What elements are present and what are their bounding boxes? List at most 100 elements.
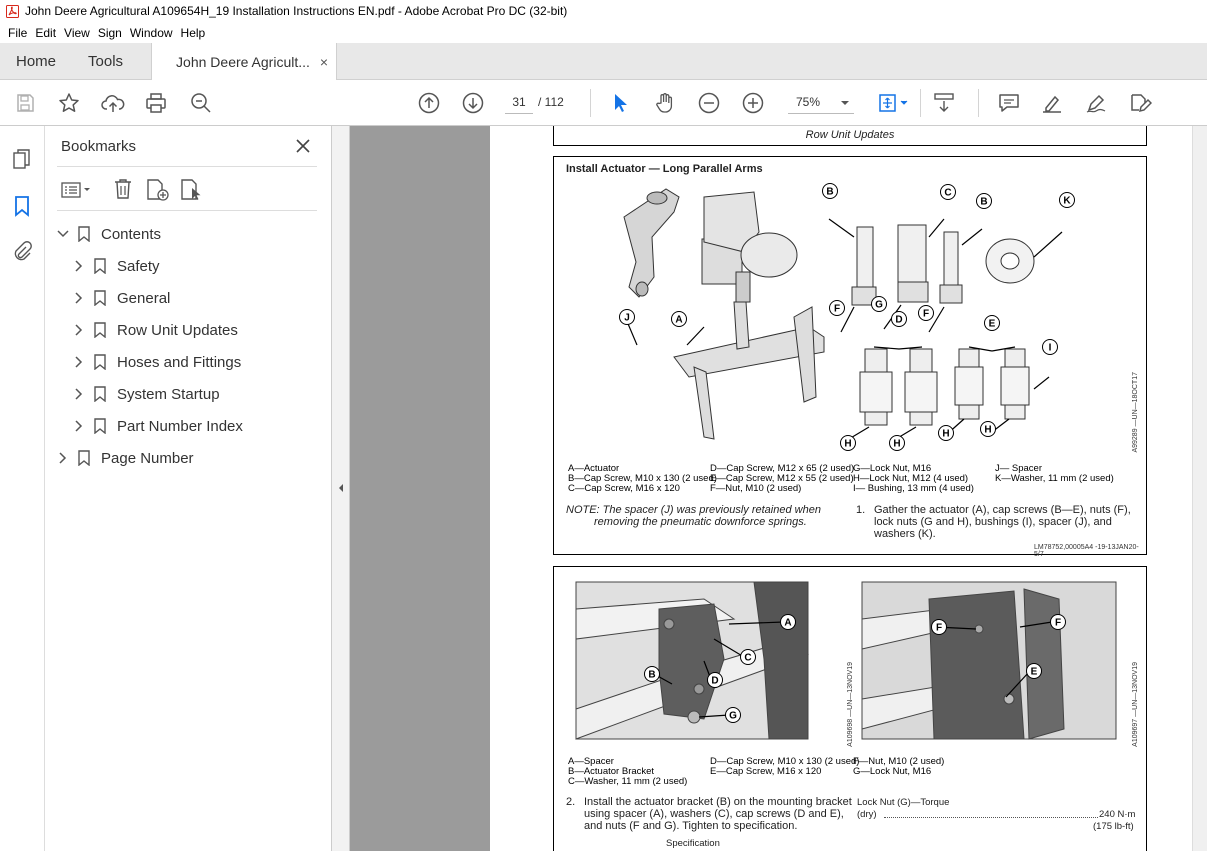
highlight-pen-icon[interactable] <box>1040 91 1064 115</box>
zoom-value: 75% <box>796 94 821 109</box>
menu-sign[interactable]: Sign <box>94 26 126 40</box>
menu-file[interactable]: File <box>4 26 31 40</box>
bookmark-icon <box>77 449 91 467</box>
scroll-mode-icon[interactable] <box>932 91 956 115</box>
menu-edit[interactable]: Edit <box>31 26 60 40</box>
toolbar-separator <box>978 89 979 117</box>
spec-heading: Specification <box>666 838 720 849</box>
figure-id-left: A109698 —UN—13NOV19 <box>847 662 854 747</box>
print-icon[interactable] <box>144 91 168 115</box>
menu-bar: File Edit View Sign Window Help <box>0 22 1207 43</box>
bookmark-label: Page Number <box>101 449 194 467</box>
zoom-select[interactable]: 75% <box>788 90 854 114</box>
comment-icon[interactable] <box>997 91 1021 115</box>
tab-document-label: John Deere Agricult... <box>176 53 310 70</box>
bookmark-safety[interactable]: Safety <box>71 253 160 279</box>
toolbar-separator <box>590 89 591 117</box>
bookmark-icon <box>93 385 107 403</box>
chevron-right-icon[interactable] <box>55 450 71 466</box>
delete-bookmark-icon[interactable] <box>113 178 133 203</box>
svg-text:F: F <box>1055 618 1061 629</box>
svg-text:I: I <box>1049 343 1052 354</box>
callout-h2: H <box>889 435 905 451</box>
footer-id: LM78752,00005A4 -19-13JAN20-5/7 <box>1034 544 1139 558</box>
legend-col2: D—Cap Screw, M10 x 130 (2 used) E—Cap Sc… <box>710 756 860 777</box>
callout-f2: F <box>918 305 934 321</box>
hand-tool-icon[interactable] <box>653 91 677 115</box>
step-text: Gather the actuator (A), cap screws (B—E… <box>874 504 1131 540</box>
callout-f1: F <box>931 619 947 635</box>
tab-home[interactable]: Home <box>0 43 72 79</box>
bookmark-page-number[interactable]: Page Number <box>55 445 194 471</box>
legend-col3: G—Lock Nut, M16 H—Lock Nut, M12 (4 used)… <box>853 463 974 494</box>
upload-cloud-icon[interactable] <box>101 91 125 115</box>
callout-i: I <box>1042 339 1058 355</box>
close-icon[interactable] <box>293 136 313 156</box>
spec-value: 240 N·m <box>1099 809 1136 820</box>
callout-d: D <box>891 311 907 327</box>
toolbar-separator <box>920 89 921 117</box>
tab-tools[interactable]: Tools <box>72 43 139 79</box>
chevron-right-icon[interactable] <box>71 418 87 434</box>
tab-close-icon[interactable]: × <box>320 54 328 70</box>
save-icon[interactable] <box>13 91 37 115</box>
chevron-right-icon[interactable] <box>71 354 87 370</box>
star-icon[interactable] <box>57 91 81 115</box>
page-thumbnails-icon[interactable] <box>10 148 34 172</box>
bookmark-panel-icon[interactable] <box>10 194 34 218</box>
bookmark-row-unit-updates[interactable]: Row Unit Updates <box>71 317 238 343</box>
tab-document[interactable]: John Deere Agricult... × <box>151 43 338 80</box>
menu-window[interactable]: Window <box>126 26 177 40</box>
bookmark-label: System Startup <box>117 385 220 403</box>
new-bookmark-icon[interactable] <box>145 178 171 205</box>
bookmark-label: Hoses and Fittings <box>117 353 242 371</box>
bookmarks-panel: Bookmarks Contents Safety General Row Un… <box>45 126 332 851</box>
collapse-left-icon[interactable] <box>338 481 344 496</box>
select-cursor-icon[interactable] <box>608 91 632 115</box>
menu-view[interactable]: View <box>60 26 94 40</box>
sign-pen-icon[interactable] <box>1084 91 1108 115</box>
bookmark-label: Part Number Index <box>117 417 243 435</box>
edit-pdf-icon[interactable] <box>1128 91 1152 115</box>
figure-id-right: A109697 —UN—13NOV19 <box>1132 662 1139 747</box>
page-down-icon[interactable] <box>461 91 485 115</box>
bookmark-general[interactable]: General <box>71 285 170 311</box>
svg-text:G: G <box>729 711 737 722</box>
panel-collapse-handle[interactable] <box>332 126 350 851</box>
chevron-right-icon[interactable] <box>71 258 87 274</box>
svg-text:C: C <box>744 653 751 664</box>
chevron-right-icon[interactable] <box>71 322 87 338</box>
zoom-out-icon[interactable] <box>697 91 721 115</box>
bookmark-label: Safety <box>117 257 160 275</box>
callout-b2: B <box>976 193 992 209</box>
bookmark-from-selection-icon[interactable] <box>179 178 203 205</box>
svg-text:B: B <box>648 670 655 681</box>
bookmark-icon <box>93 289 107 307</box>
bookmark-options-icon[interactable] <box>61 180 93 203</box>
zoom-search-icon[interactable] <box>189 91 213 115</box>
menu-help[interactable]: Help <box>177 26 210 40</box>
page-up-icon[interactable] <box>417 91 441 115</box>
page-number-input[interactable] <box>505 90 533 114</box>
bookmark-contents[interactable]: Contents <box>55 221 161 247</box>
svg-text:D: D <box>895 315 902 326</box>
fit-page-icon[interactable] <box>876 91 912 115</box>
chevron-down-icon[interactable] <box>55 226 71 242</box>
bookmark-system-startup[interactable]: System Startup <box>71 381 220 407</box>
legend-col1: A—Spacer B—Actuator Bracket C—Washer, 11… <box>568 756 688 787</box>
legend-col3: F—Nut, M10 (2 used) G—Lock Nut, M16 <box>853 756 945 777</box>
document-viewer[interactable]: Row Unit Updates Install Actuator — Long… <box>350 126 1207 851</box>
svg-text:H: H <box>942 429 949 440</box>
acrobat-icon <box>5 4 19 18</box>
callout-e: E <box>1026 663 1042 679</box>
zoom-in-icon[interactable] <box>741 91 765 115</box>
chevron-right-icon[interactable] <box>71 290 87 306</box>
callout-b: B <box>644 666 660 682</box>
bookmark-hoses-fittings[interactable]: Hoses and Fittings <box>71 349 241 375</box>
bookmark-part-number-index[interactable]: Part Number Index <box>71 413 243 439</box>
vertical-scrollbar[interactable] <box>1192 126 1207 851</box>
tab-bar: Home Tools John Deere Agricult... × <box>0 43 1207 80</box>
attachment-icon[interactable] <box>10 240 34 264</box>
legend-col2: D—Cap Screw, M12 x 65 (2 used) E—Cap Scr… <box>710 463 855 494</box>
chevron-right-icon[interactable] <box>71 386 87 402</box>
